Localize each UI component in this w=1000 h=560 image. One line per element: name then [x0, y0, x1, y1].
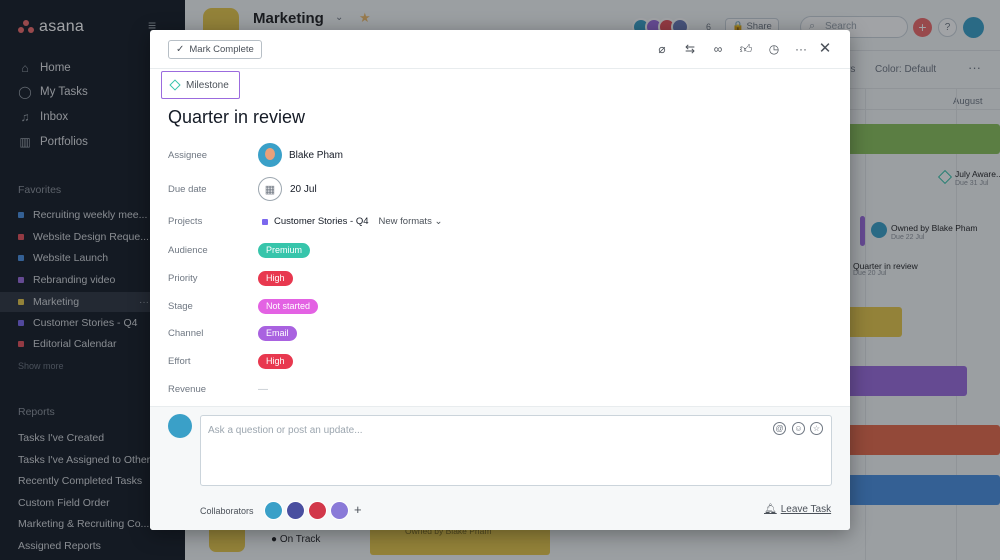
- stage-field[interactable]: Not started: [258, 299, 319, 314]
- field-label-revenue: Revenue: [168, 384, 207, 395]
- add-collaborator-button[interactable]: +: [354, 502, 362, 517]
- milestone-toggle[interactable]: Milestone: [161, 71, 240, 99]
- leave-task-button[interactable]: 🔔︎ Leave Task: [764, 504, 831, 515]
- timer-icon[interactable]: ◷: [766, 41, 782, 57]
- field-label-channel: Channel: [168, 328, 204, 339]
- field-label-stage: Stage: [168, 301, 193, 312]
- comment-placeholder: Ask a question or post an update...: [208, 425, 363, 436]
- project-color-icon: [262, 218, 268, 225]
- due-date-value: 20 Jul: [290, 183, 317, 195]
- assignee-name: Blake Pham: [289, 149, 343, 161]
- field-label-assignee: Assignee: [168, 150, 208, 161]
- avatar[interactable]: [308, 501, 327, 520]
- project-name[interactable]: Customer Stories - Q4: [274, 216, 369, 227]
- mark-complete-label: Mark Complete: [189, 44, 254, 55]
- avatar[interactable]: [264, 501, 283, 520]
- mention-icon[interactable]: @: [773, 422, 786, 435]
- calendar-icon: ▦: [258, 177, 282, 201]
- assignee-field[interactable]: Blake Pham: [258, 143, 343, 167]
- task-title[interactable]: Quarter in review: [168, 107, 305, 128]
- channel-field[interactable]: Email: [258, 326, 297, 341]
- collaborators-label: Collaborators: [200, 506, 254, 516]
- revenue-value: —: [258, 384, 268, 395]
- audience-pill: Premium: [258, 243, 311, 258]
- thumbs-up-icon[interactable]: 👍︎: [738, 41, 754, 57]
- milestone-label: Milestone: [186, 79, 229, 91]
- due-date-field[interactable]: ▦ 20 Jul: [258, 177, 317, 201]
- modal-divider: [150, 68, 850, 69]
- comment-section: Ask a question or post an update... @ ☺ …: [150, 406, 850, 530]
- channel-pill: Email: [258, 326, 297, 341]
- paperclip-icon[interactable]: ⌀: [654, 41, 670, 57]
- priority-pill: High: [258, 271, 293, 286]
- more-options-icon[interactable]: ···: [793, 41, 809, 57]
- collaborators-list[interactable]: [264, 501, 352, 520]
- link-icon[interactable]: ∞: [710, 41, 726, 57]
- task-detail-modal: ✓ Mark Complete ⌀ ⇆ ∞ 👍︎ ◷ ··· ✕ Mileston…: [150, 30, 850, 530]
- revenue-field[interactable]: —: [258, 384, 268, 395]
- effort-pill: High: [258, 354, 293, 369]
- stage-pill: Not started: [258, 299, 319, 314]
- field-label-projects: Projects: [168, 216, 203, 227]
- comment-input[interactable]: Ask a question or post an update... @ ☺ …: [200, 415, 832, 486]
- section-dropdown[interactable]: New formats ⌄: [379, 216, 443, 227]
- check-icon: ✓: [176, 44, 185, 55]
- avatar[interactable]: [286, 501, 305, 520]
- section-name: New formats: [378, 216, 432, 227]
- mark-complete-button[interactable]: ✓ Mark Complete: [168, 40, 262, 59]
- bell-icon: 🔔︎: [764, 504, 777, 515]
- chevron-down-icon: ⌄: [434, 216, 443, 227]
- avatar: [258, 143, 282, 167]
- projects-field[interactable]: Customer Stories - Q4 New formats ⌄: [262, 216, 442, 227]
- avatar: [168, 414, 192, 438]
- milestone-icon: [169, 79, 181, 91]
- star-icon[interactable]: ☆: [810, 422, 823, 435]
- close-icon[interactable]: ✕: [817, 41, 833, 57]
- avatar[interactable]: [330, 501, 349, 520]
- field-label-due-date: Due date: [168, 184, 207, 195]
- field-label-effort: Effort: [168, 356, 191, 367]
- audience-field[interactable]: Premium: [258, 243, 311, 258]
- emoji-icon[interactable]: ☺: [792, 422, 805, 435]
- subtask-icon[interactable]: ⇆: [682, 41, 698, 57]
- field-label-audience: Audience: [168, 245, 208, 256]
- leave-task-label: Leave Task: [780, 504, 832, 515]
- effort-field[interactable]: High: [258, 354, 293, 369]
- priority-field[interactable]: High: [258, 271, 293, 286]
- field-label-priority: Priority: [168, 273, 198, 284]
